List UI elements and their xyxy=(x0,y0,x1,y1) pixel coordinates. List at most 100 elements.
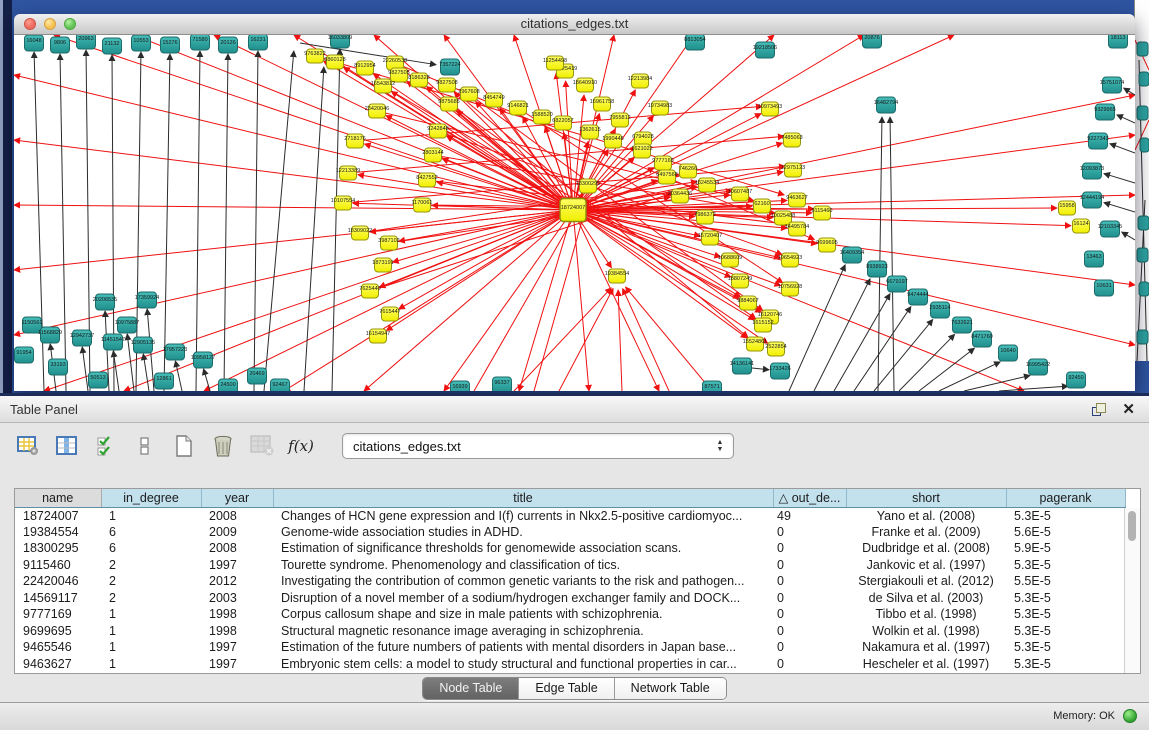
graph-node-label: 10973493 xyxy=(758,104,782,110)
network-canvas[interactable]: 1604898062096321132105531527671580201261… xyxy=(14,35,1135,391)
graph-node-label: 1621022 xyxy=(631,146,652,152)
graph-node-label: 15958 xyxy=(1059,203,1074,209)
graph-node-label: 1170061 xyxy=(411,200,432,206)
graph-node-label: 11451547 xyxy=(101,337,125,343)
graph-node-label: 2803144 xyxy=(422,150,443,156)
table-settings-icon[interactable] xyxy=(16,434,40,458)
status-bar: Memory: OK xyxy=(0,702,1149,730)
show-columns-icon[interactable] xyxy=(55,434,79,458)
column-header-out_de[interactable]: △ out_de... xyxy=(773,489,846,507)
graph-node-label: 10631 xyxy=(1096,283,1111,289)
delete-table-icon[interactable] xyxy=(211,434,235,458)
graph-node-label: 92467 xyxy=(272,382,287,388)
column-header-title[interactable]: title xyxy=(273,489,773,507)
dropdown-stepper-icon: ▲▼ xyxy=(711,440,729,453)
table-row[interactable]: 977716911998Corpus callosum shape and si… xyxy=(15,606,1125,623)
graph-node-label: 7955812 xyxy=(609,115,630,121)
close-panel-icon[interactable]: ✕ xyxy=(1122,403,1135,416)
tab-edge-table[interactable]: Edge Table xyxy=(519,678,614,699)
row-height-icon[interactable] xyxy=(133,434,157,458)
background-window-sliver xyxy=(1134,0,1149,361)
graph-node-label: 10107554 xyxy=(331,198,355,204)
graph-node-label: 7485063 xyxy=(781,135,802,141)
graph-node-label: 18245534 xyxy=(695,180,719,186)
graph-node-label: 20469 xyxy=(249,371,264,377)
graph-node-label: 13463 xyxy=(1086,254,1101,260)
graph-node-label: 16482794 xyxy=(874,100,898,106)
graph-node-label: 12213389 xyxy=(336,168,360,174)
column-header-pagerank[interactable]: pagerank xyxy=(1006,489,1125,507)
window-titlebar[interactable]: citations_edges.txt xyxy=(14,14,1135,35)
graph-node-label: 20126 xyxy=(220,40,235,46)
table-selector-dropdown[interactable]: citations_edges.txt ▲▼ xyxy=(342,433,734,459)
graph-node-label: 8912954 xyxy=(354,63,375,69)
table-row[interactable]: 1456911722003Disruption of a novel membe… xyxy=(15,590,1125,607)
graph-node-label: 10640 xyxy=(1000,348,1015,354)
column-header-name[interactable]: name xyxy=(15,489,101,507)
column-header-year[interactable]: year xyxy=(201,489,273,507)
graph-node-label: 9884067 xyxy=(737,298,758,304)
graph-node-label: 7632621 xyxy=(951,320,972,326)
graph-node-label: 62160 xyxy=(754,201,769,207)
table-row[interactable]: 969969511998Structural magnetic resonanc… xyxy=(15,623,1125,640)
graph-node-label: 16120746 xyxy=(758,312,782,318)
graph-node-label: 6497568 xyxy=(656,172,677,178)
graph-node-label: 15720407 xyxy=(698,233,722,239)
table-row[interactable]: 1872400712008Changes of HCN gene express… xyxy=(15,507,1125,524)
graph-node-label: 12213984 xyxy=(628,76,652,82)
graph-node-label: 7986372 xyxy=(694,212,715,218)
scrollbar-thumb[interactable] xyxy=(1128,511,1136,541)
graph-node-label: 22260538 xyxy=(383,58,407,64)
float-panel-icon[interactable] xyxy=(1092,403,1106,416)
memory-status-label: Memory: OK xyxy=(1053,710,1115,722)
tab-node-table[interactable]: Node Table xyxy=(423,678,519,699)
table-row[interactable]: 1938455462009Genome-wide association stu… xyxy=(15,524,1125,541)
memory-ok-indicator xyxy=(1123,709,1137,723)
graph-node-label: 11568829 xyxy=(38,330,62,336)
graph-node-label: 1990448 xyxy=(602,136,623,142)
table-row[interactable]: 2242004622012Investigating the contribut… xyxy=(15,573,1125,590)
graph-node-label: 18640910 xyxy=(573,80,597,86)
table-toolbar: f(x) citations_edges.txt ▲▼ xyxy=(0,423,1149,469)
graph-node-label: 10607487 xyxy=(728,189,752,195)
table-row[interactable]: 1830029562008Estimation of significance … xyxy=(15,540,1125,557)
graph-node-label: 50513 xyxy=(90,375,105,381)
graph-node-label: 16154947 xyxy=(366,331,390,337)
graph-node-label: 2718176 xyxy=(344,136,365,142)
column-header-in_degree[interactable]: in_degree xyxy=(101,489,201,507)
graph-node-label: 9827505 xyxy=(388,70,409,76)
graph-node-label: 20876 xyxy=(864,35,879,41)
graph-node-label: 17359924 xyxy=(135,295,159,301)
graph-node-label: 1873191 xyxy=(372,260,393,266)
graph-node-label: 96337 xyxy=(494,380,509,386)
function-builder-icon[interactable]: f(x) xyxy=(289,434,313,458)
graph-node-label: 6794028 xyxy=(632,134,653,140)
graph-node-label: 12861 xyxy=(156,376,171,382)
graph-node-label: 8938923 xyxy=(866,264,887,270)
graph-node-label: 10688609 xyxy=(718,255,742,261)
delete-column-icon[interactable] xyxy=(250,434,274,458)
table-type-segmented-control: Node TableEdge TableNetwork Table xyxy=(422,677,726,700)
graph-node-label: 8813054 xyxy=(684,37,705,43)
network-view-window: citations_edges.txt 16048980620963211321… xyxy=(14,14,1135,391)
table-header-row: namein_degreeyeartitle△ out_de...shortpa… xyxy=(15,489,1125,507)
graph-node-label: 9763822 xyxy=(304,51,325,57)
sliver-graph xyxy=(1135,0,1149,361)
graph-node-label: 9146821 xyxy=(507,103,528,109)
graph-node-label: 33193 xyxy=(50,362,65,368)
table-scrollbar[interactable] xyxy=(1124,508,1140,673)
tab-network-table[interactable]: Network Table xyxy=(615,678,726,699)
graph-node-label: 15276 xyxy=(162,40,177,46)
table-row[interactable]: 911546021997Tourette syndrome. Phenomeno… xyxy=(15,557,1125,574)
graph-node-label: 16409354 xyxy=(840,250,864,256)
graph-node-label: 8860128 xyxy=(324,57,345,63)
graph-node-label: 8427552 xyxy=(416,175,437,181)
graph-node-label: 10025488 xyxy=(771,213,795,219)
column-header-short[interactable]: short xyxy=(846,489,1006,507)
graph-node-label: 7357224 xyxy=(439,62,460,68)
graph-node-label: 12444194 xyxy=(1080,195,1104,201)
table-row[interactable]: 946554611997Estimation of the future num… xyxy=(15,639,1125,656)
table-row[interactable]: 946362711997Embryonic stem cells: a mode… xyxy=(15,656,1125,673)
new-document-icon[interactable] xyxy=(172,434,196,458)
select-mode-icon[interactable] xyxy=(94,434,118,458)
